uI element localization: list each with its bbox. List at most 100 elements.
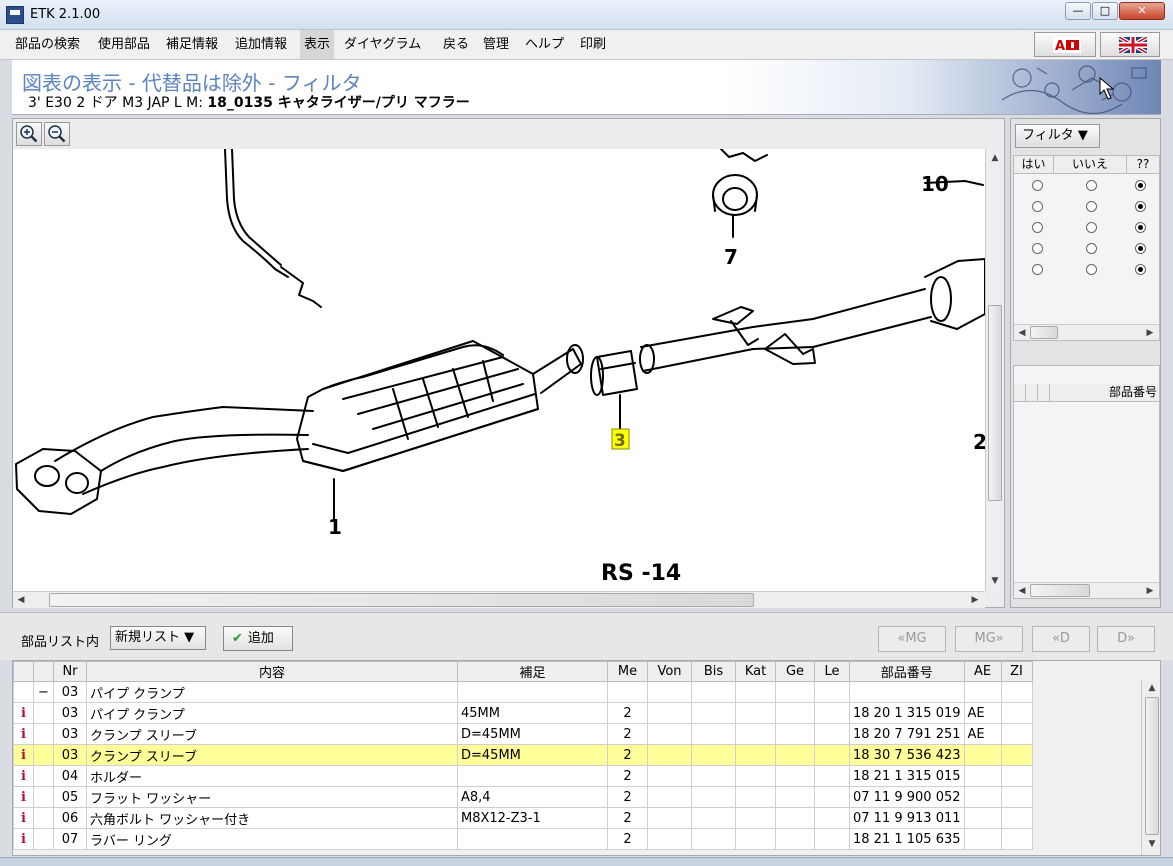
- menu-admin[interactable]: 管理: [479, 30, 513, 59]
- filter-parts-scrollbar[interactable]: ◀ ▶: [1014, 582, 1159, 598]
- diagram-horizontal-scrollbar[interactable]: ◀ ▶: [13, 591, 985, 608]
- tree-toggle-icon[interactable]: [33, 786, 54, 808]
- tree-toggle-icon[interactable]: [33, 807, 54, 829]
- table-scroll-up-icon[interactable]: ▲: [1145, 681, 1159, 695]
- col-header-zi[interactable]: ZI: [1000, 661, 1033, 682]
- diagram-horizontal-thumb[interactable]: [49, 593, 754, 607]
- prev-d-button[interactable]: «D: [1032, 626, 1090, 652]
- col-header-nr[interactable]: Nr: [53, 661, 87, 682]
- prev-mg-button[interactable]: «MG: [878, 626, 946, 652]
- tree-toggle-icon[interactable]: [33, 828, 54, 850]
- col-header-bis[interactable]: Bis: [691, 661, 736, 682]
- col-header-info[interactable]: [13, 661, 34, 682]
- info-icon[interactable]: i: [13, 807, 34, 829]
- tree-toggle-icon[interactable]: [33, 744, 54, 766]
- info-icon[interactable]: i: [13, 723, 34, 745]
- filter-parts-scroll-right-icon[interactable]: ▶: [1143, 584, 1157, 598]
- table-row[interactable]: i 05 フラット ワッシャー A8,4 2 07 11 9 900 052: [13, 786, 1033, 808]
- menu-back[interactable]: 戻る: [439, 30, 473, 59]
- col-header-ge[interactable]: Ge: [775, 661, 815, 682]
- list-select[interactable]: 新規リスト ▼: [110, 626, 206, 650]
- table-row[interactable]: −03 パイプ クランプ: [13, 681, 1033, 703]
- filter-radio-r3-yes[interactable]: [1032, 222, 1043, 233]
- filter-radio-r4-unknown[interactable]: [1135, 243, 1146, 254]
- scroll-left-arrow-icon[interactable]: ◀: [14, 593, 28, 607]
- language-button[interactable]: [1100, 32, 1160, 57]
- info-icon[interactable]: i: [13, 744, 34, 766]
- info-icon[interactable]: i: [13, 828, 34, 850]
- filter-radio-r3-no[interactable]: [1086, 222, 1097, 233]
- table-row[interactable]: i 04 ホルダー 2 18 21 1 315 015: [13, 765, 1033, 787]
- cell-part-number: 07 11 9 913 011: [849, 807, 965, 829]
- info-icon[interactable]: i: [13, 765, 34, 787]
- close-button[interactable]: ✕: [1119, 2, 1165, 20]
- tree-toggle-icon[interactable]: [33, 723, 54, 745]
- scroll-down-arrow-icon[interactable]: ▼: [988, 574, 1002, 588]
- add-to-list-button[interactable]: ✔ 追加: [223, 626, 293, 651]
- col-header-part-number[interactable]: 部品番号: [849, 661, 965, 682]
- table-row[interactable]: i 03 クランプ スリーブ D=45MM 2 18 30 7 536 423: [13, 744, 1033, 766]
- zoom-out-button[interactable]: [44, 122, 70, 146]
- tree-toggle-icon[interactable]: [33, 702, 54, 724]
- filter-parts-scroll-thumb[interactable]: [1030, 584, 1090, 597]
- next-d-button[interactable]: D»: [1097, 626, 1155, 652]
- exploded-diagram[interactable]: 1 3 7 10 2 RS -14: [13, 149, 985, 591]
- scroll-up-arrow-icon[interactable]: ▲: [988, 151, 1002, 165]
- info-icon[interactable]: i: [13, 786, 34, 808]
- tree-toggle-icon[interactable]: −: [33, 681, 54, 703]
- info-icon[interactable]: [13, 681, 34, 703]
- table-scroll-down-icon[interactable]: ▼: [1145, 837, 1159, 851]
- menu-supplementary-info[interactable]: 補足情報: [162, 30, 222, 59]
- filter-scroll-left-icon[interactable]: ◀: [1015, 326, 1029, 340]
- table-row[interactable]: i 03 パイプ クランプ 45MM 2 18 20 1 315 019 AE: [13, 702, 1033, 724]
- col-header-description[interactable]: 内容: [86, 661, 458, 682]
- menu-help[interactable]: ヘルプ: [521, 30, 568, 59]
- diagram-vertical-scrollbar[interactable]: ▲ ▼: [985, 149, 1004, 591]
- filter-radio-r2-unknown[interactable]: [1135, 201, 1146, 212]
- filter-radio-r5-unknown[interactable]: [1135, 264, 1146, 275]
- filter-radio-r1-unknown[interactable]: [1135, 180, 1146, 191]
- filter-radio-r1-yes[interactable]: [1032, 180, 1043, 191]
- filter-radio-r4-no[interactable]: [1086, 243, 1097, 254]
- minimize-button[interactable]: —: [1065, 2, 1091, 20]
- col-header-von[interactable]: Von: [647, 661, 692, 682]
- menu-part-search[interactable]: 部品の検索: [11, 30, 84, 59]
- filter-dropdown-button[interactable]: フィルタ ▼: [1015, 124, 1100, 148]
- menu-view[interactable]: 表示: [300, 30, 335, 59]
- zoom-in-button[interactable]: [16, 122, 42, 146]
- filter-parts-scroll-left-icon[interactable]: ◀: [1015, 584, 1029, 598]
- filter-radio-r1-no[interactable]: [1086, 180, 1097, 191]
- filter-radio-r5-no[interactable]: [1086, 264, 1097, 275]
- filter-radio-r5-yes[interactable]: [1032, 264, 1043, 275]
- callout-3-highlighted[interactable]: 3: [614, 431, 626, 451]
- table-scroll-thumb[interactable]: [1145, 697, 1159, 835]
- filter-radio-r2-no[interactable]: [1086, 201, 1097, 212]
- col-header-ae[interactable]: AE: [963, 661, 1002, 682]
- filter-radio-r3-unknown[interactable]: [1135, 222, 1146, 233]
- menu-diagram[interactable]: ダイヤグラム: [340, 30, 425, 59]
- next-mg-button[interactable]: MG»: [955, 626, 1023, 652]
- menu-used-parts[interactable]: 使用部品: [94, 30, 154, 59]
- diagram-vertical-thumb[interactable]: [988, 305, 1002, 501]
- region-button[interactable]: A: [1034, 32, 1096, 57]
- col-header-tree[interactable]: [33, 661, 54, 682]
- filter-horizontal-scrollbar[interactable]: ◀ ▶: [1014, 324, 1159, 340]
- col-header-supplement[interactable]: 補足: [457, 661, 608, 682]
- filter-scroll-right-icon[interactable]: ▶: [1143, 326, 1157, 340]
- info-icon[interactable]: i: [13, 702, 34, 724]
- filter-scroll-thumb[interactable]: [1030, 326, 1058, 339]
- col-header-le[interactable]: Le: [814, 661, 850, 682]
- table-row[interactable]: i 03 クランプ スリーブ D=45MM 2 18 20 7 791 251 AE: [13, 723, 1033, 745]
- menu-print[interactable]: 印刷: [576, 30, 610, 59]
- parts-table-scrollbar[interactable]: ▲ ▼: [1141, 679, 1160, 855]
- filter-radio-r2-yes[interactable]: [1032, 201, 1043, 212]
- col-header-kat[interactable]: Kat: [735, 661, 776, 682]
- tree-toggle-icon[interactable]: [33, 765, 54, 787]
- col-header-me[interactable]: Me: [607, 661, 648, 682]
- scroll-right-arrow-icon[interactable]: ▶: [968, 593, 982, 607]
- filter-radio-r4-yes[interactable]: [1032, 243, 1043, 254]
- table-row[interactable]: i 06 六角ボルト ワッシャー付き M8X12-Z3-1 2 07 11 9 913 0…: [13, 807, 1033, 829]
- menu-additional-info[interactable]: 追加情報: [231, 30, 291, 59]
- maximize-button[interactable]: □: [1092, 2, 1118, 20]
- table-row[interactable]: i 07 ラバー リング 2 18 21 1 105 635: [13, 828, 1033, 850]
